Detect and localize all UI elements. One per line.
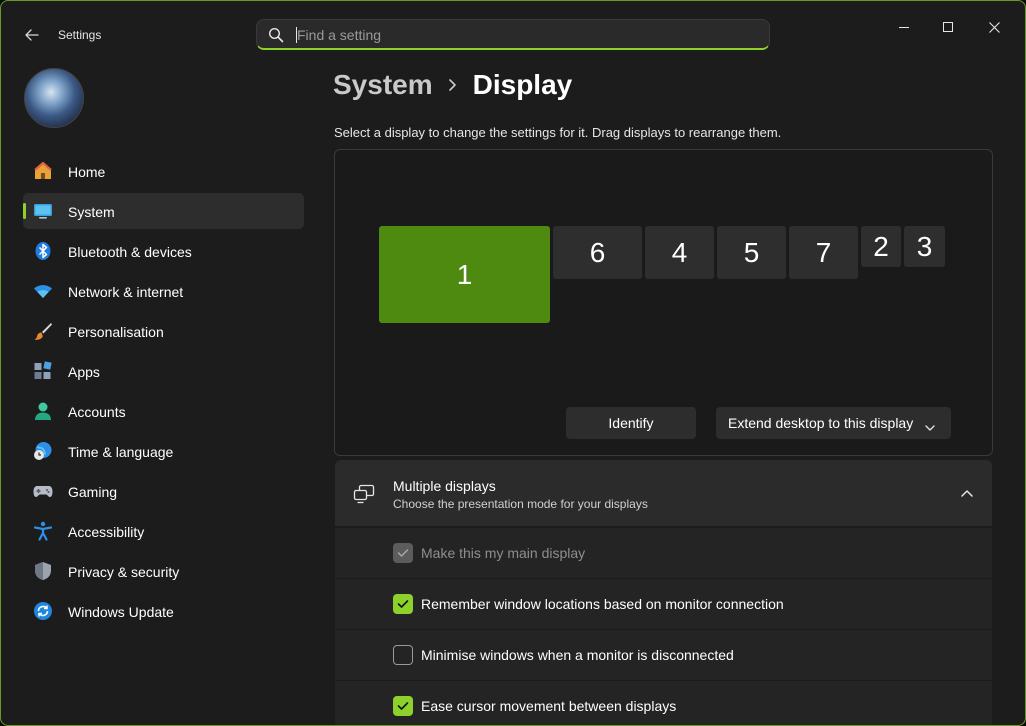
home-icon xyxy=(33,161,53,181)
multiple-displays-title: Multiple displays xyxy=(393,478,496,494)
search-icon xyxy=(268,27,284,43)
sidebar-item-label: Bluetooth & devices xyxy=(68,244,192,260)
accessibility-icon xyxy=(33,521,53,541)
wifi-icon xyxy=(33,281,53,301)
multiple-displays-icon xyxy=(353,484,375,504)
option-remember-window-locations: Remember window locations based on monit… xyxy=(335,579,992,629)
checkmark-icon xyxy=(397,702,409,710)
display-arrangement-panel: 1 6 4 5 7 2 3 Identify Extend desktop to… xyxy=(334,149,993,456)
monitor-7[interactable]: 7 xyxy=(789,226,858,279)
selection-indicator xyxy=(23,203,26,219)
option-label: Ease cursor movement between displays xyxy=(421,698,677,714)
option-minimise-windows: Minimise windows when a monitor is disco… xyxy=(335,630,992,680)
minimise-windows-checkbox[interactable] xyxy=(393,645,413,665)
monitor-6[interactable]: 6 xyxy=(553,226,642,279)
sidebar-item-label: Accounts xyxy=(68,404,126,420)
display-icon xyxy=(33,201,53,221)
sidebar-item-label: Accessibility xyxy=(68,524,145,540)
sidebar-item-label: Apps xyxy=(68,364,100,380)
sidebar-item-privacy-security[interactable]: Privacy & security xyxy=(23,553,304,589)
arrow-left-icon xyxy=(25,29,39,41)
checkmark-icon xyxy=(397,600,409,608)
close-button[interactable] xyxy=(977,13,1011,41)
monitor-5[interactable]: 5 xyxy=(717,226,786,279)
sidebar-item-label: Home xyxy=(68,164,106,180)
multiple-displays-subtitle: Choose the presentation mode for your di… xyxy=(393,497,648,511)
monitor-4[interactable]: 4 xyxy=(645,226,714,279)
chevron-up-icon[interactable] xyxy=(959,486,975,500)
monitor-3[interactable]: 3 xyxy=(904,226,945,267)
update-icon xyxy=(33,601,53,621)
globe-clock-icon xyxy=(33,441,53,461)
arrangement-description: Select a display to change the settings … xyxy=(334,125,782,140)
sidebar-item-label: Personalisation xyxy=(68,324,164,340)
option-ease-cursor-movement: Ease cursor movement between displays xyxy=(335,681,992,725)
main-display-checkbox xyxy=(393,543,413,563)
sidebar-item-time-language[interactable]: Time & language xyxy=(23,433,304,469)
sidebar-item-personalisation[interactable]: Personalisation xyxy=(23,313,304,349)
search-box[interactable] xyxy=(256,19,770,50)
sidebar-item-apps[interactable]: Apps xyxy=(23,353,304,389)
person-icon xyxy=(33,401,53,421)
sidebar-item-label: Gaming xyxy=(68,484,118,500)
display-mode-value: Extend desktop to this display xyxy=(728,415,914,431)
checkmark-icon xyxy=(397,549,409,557)
maximize-icon xyxy=(943,22,953,32)
sidebar-item-accessibility[interactable]: Accessibility xyxy=(23,513,304,549)
app-title: Settings xyxy=(58,28,102,42)
sidebar-item-label: Windows Update xyxy=(68,604,174,620)
sidebar-item-network[interactable]: Network & internet xyxy=(23,273,304,309)
maximize-button[interactable] xyxy=(931,13,965,41)
minimize-icon xyxy=(899,27,909,28)
sidebar-item-bluetooth[interactable]: Bluetooth & devices xyxy=(23,233,304,269)
settings-window: Settings Home System xyxy=(0,0,1026,726)
chevron-right-icon xyxy=(433,71,473,99)
monitor-2[interactable]: 2 xyxy=(861,226,901,267)
minimize-button[interactable] xyxy=(887,13,921,41)
chevron-down-icon xyxy=(925,419,935,431)
breadcrumb-parent[interactable]: System xyxy=(333,69,433,101)
option-label: Remember window locations based on monit… xyxy=(421,596,784,612)
sidebar-item-windows-update[interactable]: Windows Update xyxy=(23,593,304,629)
page-title: Display xyxy=(472,69,573,100)
brush-icon xyxy=(33,321,53,341)
option-label: Minimise windows when a monitor is disco… xyxy=(421,647,734,663)
sidebar-item-gaming[interactable]: Gaming xyxy=(23,473,304,509)
identify-button[interactable]: Identify xyxy=(566,407,696,439)
sidebar-item-accounts[interactable]: Accounts xyxy=(23,393,304,429)
ease-cursor-checkbox[interactable] xyxy=(393,696,413,716)
display-mode-dropdown[interactable]: Extend desktop to this display xyxy=(716,407,951,439)
search-input[interactable] xyxy=(297,24,757,46)
gamepad-icon xyxy=(33,481,53,501)
sidebar-nav: Home System Bluetooth & devices Network … xyxy=(23,153,304,633)
breadcrumb: System Display xyxy=(333,69,572,101)
back-button[interactable] xyxy=(19,23,45,47)
shield-icon xyxy=(33,561,53,581)
sidebar-item-label: Privacy & security xyxy=(68,564,180,580)
monitor-1[interactable]: 1 xyxy=(379,226,550,323)
option-main-display: Make this my main display xyxy=(335,528,992,578)
avatar[interactable] xyxy=(24,68,84,128)
sidebar-item-home[interactable]: Home xyxy=(23,153,304,189)
close-icon xyxy=(988,21,1000,33)
multiple-displays-header[interactable]: Multiple displays Choose the presentatio… xyxy=(335,460,992,526)
bluetooth-icon xyxy=(33,241,53,261)
sidebar-item-label: Network & internet xyxy=(68,284,184,300)
option-label: Make this my main display xyxy=(421,545,586,561)
sidebar-item-label: System xyxy=(68,204,115,220)
sidebar-item-label: Time & language xyxy=(68,444,174,460)
remember-window-locations-checkbox[interactable] xyxy=(393,594,413,614)
sidebar-item-system[interactable]: System xyxy=(23,193,304,229)
apps-icon xyxy=(33,361,53,381)
